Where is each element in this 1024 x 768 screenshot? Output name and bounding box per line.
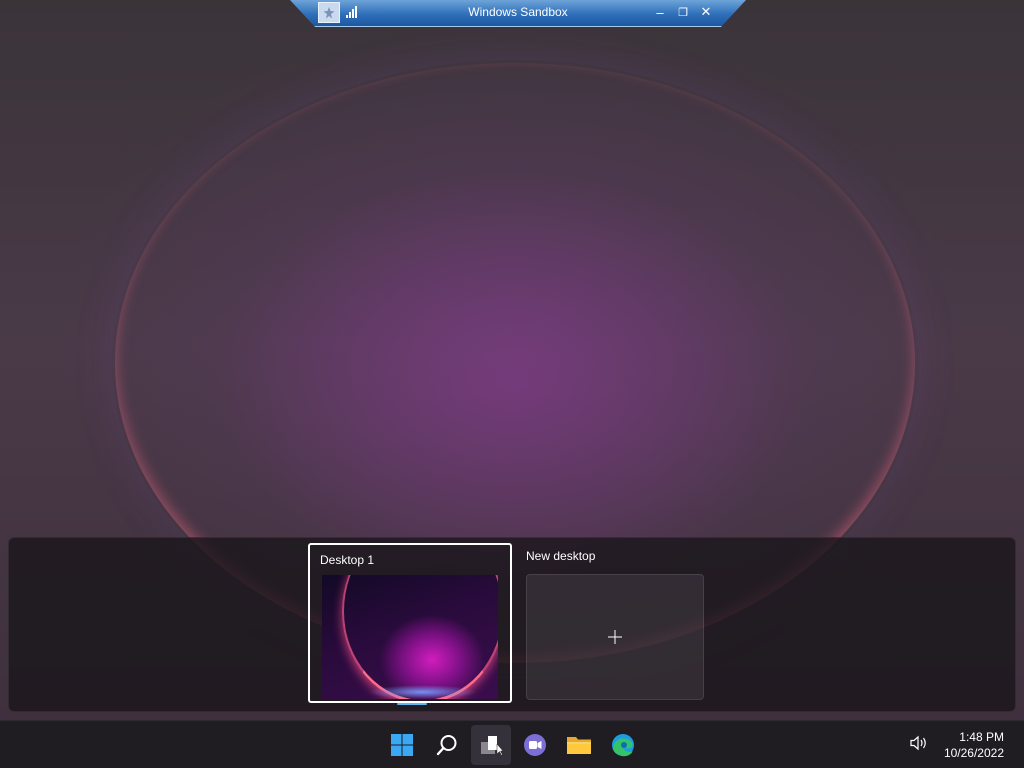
file-explorer-icon[interactable] bbox=[559, 725, 599, 765]
plus-icon bbox=[608, 630, 622, 644]
thumbnail-arc bbox=[342, 575, 498, 699]
thumbnail-glow bbox=[367, 685, 477, 699]
selected-indicator bbox=[397, 703, 427, 705]
windows-start-icon[interactable] bbox=[382, 725, 422, 765]
desktop-card-1[interactable]: Desktop 1 bbox=[308, 543, 512, 705]
taskbar: 1:48 PM 10/26/2022 bbox=[0, 720, 1024, 768]
restore-button[interactable]: ❐ bbox=[674, 3, 692, 21]
desktop-label: Desktop 1 bbox=[320, 553, 375, 567]
desktop-thumbnail bbox=[322, 575, 498, 699]
close-button[interactable]: ✕ bbox=[697, 3, 715, 21]
volume-icon[interactable] bbox=[910, 735, 928, 756]
new-desktop-card[interactable]: New desktop bbox=[522, 543, 704, 703]
new-desktop-button[interactable] bbox=[526, 574, 704, 700]
sandbox-title-bar: Windows Sandbox – ❐ ✕ bbox=[290, 0, 746, 27]
system-clock[interactable]: 1:48 PM 10/26/2022 bbox=[944, 729, 1004, 761]
new-desktop-label: New desktop bbox=[526, 549, 596, 563]
edge-icon[interactable] bbox=[603, 725, 643, 765]
task-view-icon[interactable] bbox=[471, 725, 511, 765]
clock-date: 10/26/2022 bbox=[943, 746, 1004, 760]
search-icon[interactable] bbox=[427, 725, 467, 765]
minimize-button[interactable]: – bbox=[651, 3, 669, 21]
teams-chat-icon[interactable] bbox=[515, 725, 555, 765]
clock-time: 1:48 PM bbox=[959, 730, 1004, 744]
task-view-panel: Desktop 1 New desktop bbox=[8, 537, 1016, 712]
